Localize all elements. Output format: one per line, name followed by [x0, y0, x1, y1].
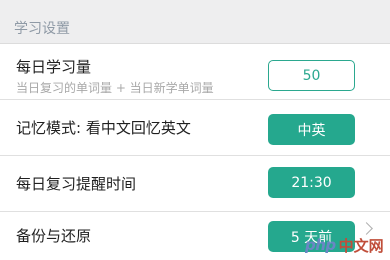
daily-study-amount-row[interactable]: 每日学习量 当日复习的单词量 + 当日新学单词量 50: [0, 44, 390, 100]
daily-study-amount-subtitle: 当日复习的单词量 + 当日新学单词量: [16, 81, 214, 95]
daily-study-amount-label: 每日学习量: [16, 58, 92, 76]
section-title: 学习设置: [14, 21, 70, 37]
section-header: 学习设置: [0, 0, 390, 44]
chevron-right-icon[interactable]: [360, 222, 373, 235]
backup-restore-row[interactable]: 备份与还原 5 天前: [0, 212, 390, 260]
memory-mode-label: 记忆模式: 看中文回忆英文: [16, 119, 191, 137]
backup-restore-button[interactable]: 5 天前: [268, 221, 355, 252]
daily-study-amount-button[interactable]: 50: [268, 60, 355, 91]
review-reminder-time-button[interactable]: 21:30: [268, 167, 355, 198]
review-reminder-row[interactable]: 每日复习提醒时间 21:30: [0, 156, 390, 212]
memory-mode-row[interactable]: 记忆模式: 看中文回忆英文 中英: [0, 100, 390, 156]
backup-restore-label: 备份与还原: [16, 227, 92, 245]
memory-mode-button[interactable]: 中英: [268, 114, 355, 145]
review-reminder-label: 每日复习提醒时间: [16, 175, 137, 193]
